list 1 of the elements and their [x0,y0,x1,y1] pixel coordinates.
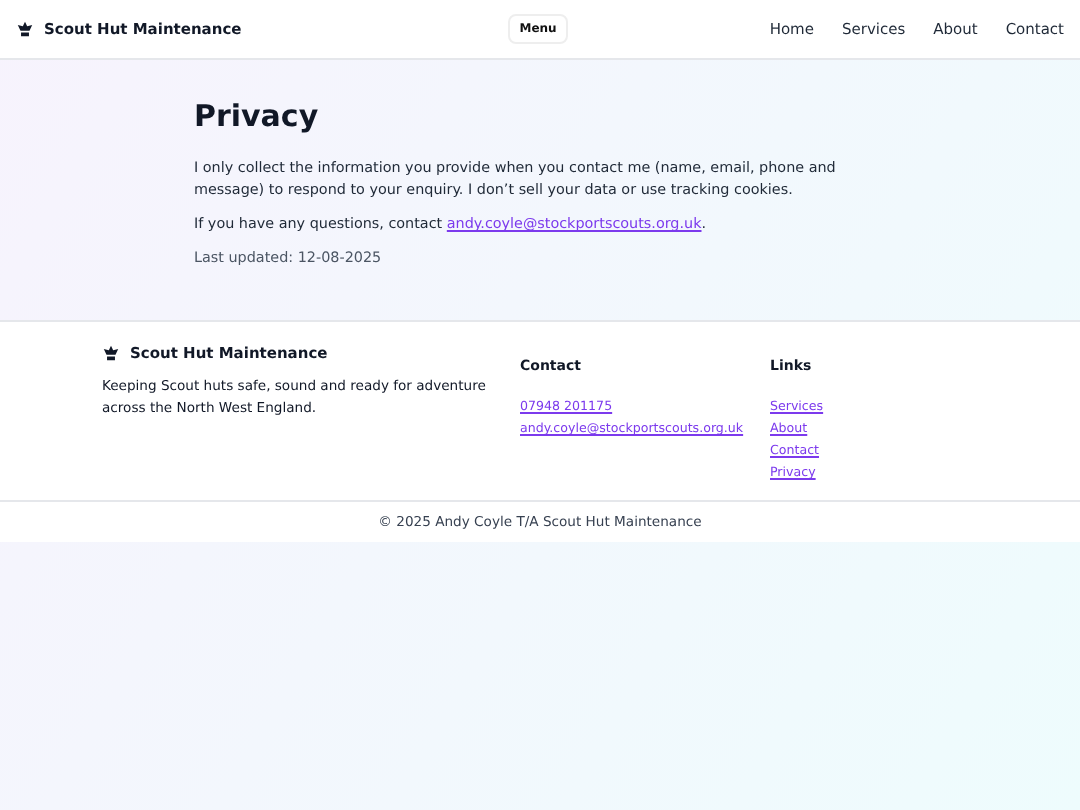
page-heading: Privacy [194,98,321,134]
